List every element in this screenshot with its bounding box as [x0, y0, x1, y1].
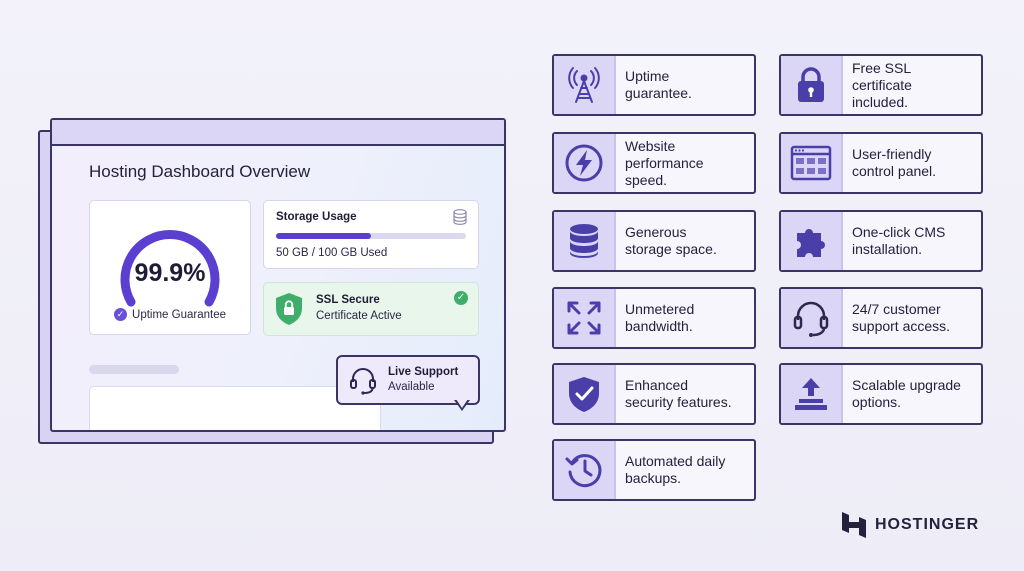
feature-label: Automated daily backups. [625, 453, 726, 486]
feature-security: Enhanced security features. [552, 363, 756, 425]
storage-title: Storage Usage [276, 211, 357, 223]
shield-check-icon [569, 377, 599, 412]
lightning-bolt-icon [565, 144, 603, 182]
feature-label: 24/7 customer support access. [852, 301, 951, 334]
feature-label: Generous storage space. [625, 224, 717, 257]
check-circle-icon: ✓ [454, 291, 468, 305]
feature-storage: Generous storage space. [552, 210, 756, 272]
expand-arrows-icon [567, 301, 601, 335]
live-support-title: Live Support [388, 366, 459, 378]
feature-label: One-click CMS installation. [852, 224, 946, 257]
ssl-card: SSL Secure Certificate Active ✓ [263, 282, 479, 336]
database-icon [570, 224, 598, 258]
feature-upgrade: Scalable upgrade options. [779, 363, 983, 425]
database-icon [453, 209, 467, 225]
uptime-caption-row: ✓ Uptime Guarantee [90, 308, 250, 321]
uptime-value: 99.9% [134, 259, 206, 287]
feature-icon-box [554, 365, 616, 423]
history-clock-icon [565, 454, 602, 488]
feature-icon-box [781, 56, 843, 114]
feature-icon-box [781, 289, 843, 347]
dashboard-title: Hosting Dashboard Overview [89, 162, 311, 181]
window-title-bar [52, 120, 504, 146]
feature-support: 24/7 customer support access. [779, 287, 983, 349]
uptime-caption: Uptime Guarantee [132, 308, 226, 321]
uptime-card: 99.9% ✓ Uptime Guarantee [89, 200, 251, 335]
brand-name: HOSTINGER [875, 516, 980, 533]
upload-arrow-icon [795, 378, 827, 410]
storage-card: Storage Usage 50 GB / 100 GB Used [263, 200, 479, 269]
signal-tower-icon [568, 67, 600, 103]
hostinger-logo-icon [842, 512, 866, 538]
feature-backups: Automated daily backups. [552, 439, 756, 501]
feature-label: Website performance speed. [625, 137, 704, 188]
bubble-tail-inner [456, 399, 468, 408]
placeholder-pill [89, 365, 179, 374]
ssl-title: SSL Secure [316, 294, 380, 306]
feature-icon-box [781, 365, 843, 423]
feature-speed: Website performance speed. [552, 132, 756, 194]
feature-icon-box [554, 289, 616, 347]
storage-progress-bar [276, 233, 466, 239]
ssl-subtitle: Certificate Active [316, 310, 402, 322]
feature-icon-box [554, 134, 616, 192]
storage-progress-fill [276, 233, 371, 239]
feature-icon-box [781, 212, 843, 270]
feature-icon-box [554, 56, 616, 114]
puzzle-piece-icon [797, 229, 825, 257]
feature-uptime: Uptime guarantee. [552, 54, 756, 116]
check-circle-icon: ✓ [114, 308, 128, 321]
feature-label: Unmetered bandwidth. [625, 301, 695, 334]
padlock-icon [798, 67, 824, 102]
shield-lock-icon [276, 293, 302, 325]
feature-icon-box [781, 134, 843, 192]
feature-label: Enhanced security features. [625, 377, 732, 410]
feature-icon-box [554, 212, 616, 270]
headset-icon [350, 368, 376, 395]
live-support-bubble[interactable]: Live Support Available [336, 355, 480, 405]
feature-label: Scalable upgrade options. [852, 377, 961, 410]
feature-bandwidth: Unmetered bandwidth. [552, 287, 756, 349]
live-support-subtitle: Available [388, 381, 435, 393]
storage-usage-text: 50 GB / 100 GB Used [276, 247, 388, 259]
feature-panel: User-friendly control panel. [779, 132, 983, 194]
feature-ssl: Free SSL certificate included. [779, 54, 983, 116]
feature-label: Uptime guarantee. [625, 68, 692, 101]
feature-label: Free SSL certificate included. [852, 59, 912, 110]
brand-logo: HOSTINGER [841, 511, 979, 539]
control-panel-icon [790, 145, 832, 181]
feature-cms: One-click CMS installation. [779, 210, 983, 272]
headset-icon [793, 301, 829, 337]
feature-label: User-friendly control panel. [852, 146, 937, 179]
feature-icon-box [554, 441, 616, 499]
